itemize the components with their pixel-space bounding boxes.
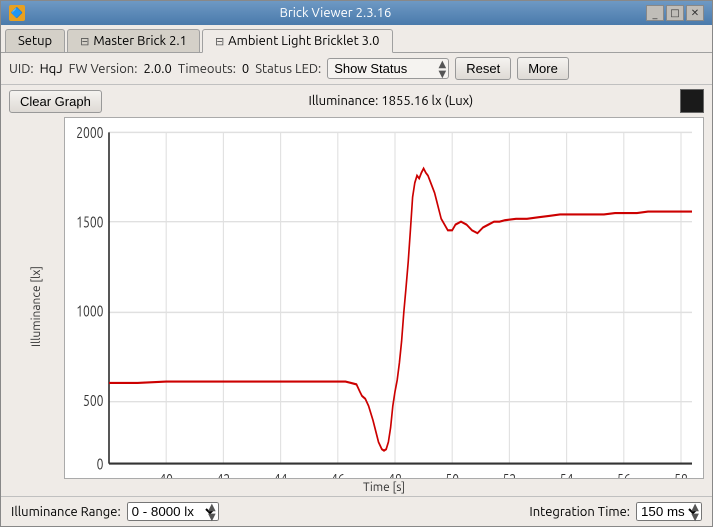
uid-value: HqJ [40, 62, 63, 76]
tab-ambient[interactable]: ⊟ Ambient Light Bricklet 3.0 [202, 29, 393, 53]
timeouts-label: Timeouts: [178, 62, 236, 76]
svg-text:1000: 1000 [76, 302, 103, 320]
window-controls: _ □ ✕ [646, 5, 704, 21]
tab-setup-label: Setup [18, 34, 52, 48]
status-led-select[interactable]: Show Status Show Heartbeat Off [327, 58, 449, 79]
status-led-label: Status LED: [255, 62, 321, 76]
title-bar: 🔷 Brick Viewer 2.3.16 _ □ ✕ [1, 1, 712, 25]
maximize-button[interactable]: □ [666, 5, 684, 21]
integration-select-wrap: 50 ms 100 ms 150 ms 200 ms 250 ms 300 ms… [636, 502, 702, 521]
range-select-wrap: 0 - 8000 lx 0 - 64000 lx ▲▼ [127, 502, 219, 521]
chart-container: 0 500 1000 1500 2000 40 42 44 46 48 50 5… [64, 117, 704, 479]
svg-text:0: 0 [97, 455, 104, 473]
svg-text:46: 46 [331, 471, 345, 478]
close-button[interactable]: ✕ [686, 5, 704, 21]
toolbar: UID: HqJ FW Version: 2.0.0 Timeouts: 0 S… [1, 53, 712, 85]
integration-select[interactable]: 50 ms 100 ms 150 ms 200 ms 250 ms 300 ms… [636, 502, 702, 521]
bottom-bar: Illuminance Range: 0 - 8000 lx 0 - 64000… [1, 496, 712, 526]
y-axis-label: Illuminance [lx] [30, 266, 43, 347]
chart-and-xaxis: 0 500 1000 1500 2000 40 42 44 46 48 50 5… [64, 117, 704, 496]
tab-master[interactable]: ⊟ Master Brick 2.1 [67, 29, 200, 52]
tab-master-label: Master Brick 2.1 [93, 34, 187, 48]
svg-text:56: 56 [617, 471, 631, 478]
app-icon: 🔷 [9, 5, 25, 21]
fw-label: FW Version: [69, 62, 138, 76]
chart-svg: 0 500 1000 1500 2000 40 42 44 46 48 50 5… [65, 118, 703, 478]
fw-value: 2.0.0 [143, 62, 171, 76]
timeouts-value: 0 [242, 62, 249, 76]
clear-graph-button[interactable]: Clear Graph [9, 90, 102, 113]
window-title: Brick Viewer 2.3.16 [25, 6, 646, 20]
y-axis-label-container: Illuminance [lx] [9, 117, 64, 496]
status-led-select-wrap: Show Status Show Heartbeat Off ▲▼ [327, 58, 449, 79]
bottom-left: Illuminance Range: 0 - 8000 lx 0 - 64000… [11, 502, 219, 521]
tab-setup[interactable]: Setup [5, 29, 65, 52]
svg-text:58: 58 [674, 471, 688, 478]
x-axis-label: Time [s] [64, 479, 704, 496]
svg-text:48: 48 [388, 471, 402, 478]
more-button[interactable]: More [517, 57, 569, 80]
integration-label: Integration Time: [529, 505, 630, 519]
chart-area: Illuminance [lx] [1, 117, 712, 496]
tab-ambient-icon: ⊟ [215, 36, 224, 48]
tab-bar: Setup ⊟ Master Brick 2.1 ⊟ Ambient Light B… [1, 25, 712, 53]
bottom-right: Integration Time: 50 ms 100 ms 150 ms 20… [529, 502, 702, 521]
svg-text:50: 50 [445, 471, 459, 478]
svg-text:54: 54 [560, 471, 574, 478]
tab-ambient-label: Ambient Light Bricklet 3.0 [228, 34, 379, 48]
svg-text:1500: 1500 [76, 213, 103, 231]
svg-text:2000: 2000 [76, 124, 103, 142]
svg-text:42: 42 [217, 471, 231, 478]
tab-master-icon: ⊟ [80, 36, 89, 48]
minimize-button[interactable]: _ [646, 5, 664, 21]
svg-text:500: 500 [83, 391, 104, 409]
illuminance-value-label: Illuminance: 1855.16 lx (Lux) [110, 94, 672, 108]
reset-button[interactable]: Reset [455, 57, 511, 80]
main-window: 🔷 Brick Viewer 2.3.16 _ □ ✕ Setup ⊟ Maste… [0, 0, 713, 527]
uid-label: UID: [9, 62, 34, 76]
range-label: Illuminance Range: [11, 505, 121, 519]
range-select[interactable]: 0 - 8000 lx 0 - 64000 lx [127, 502, 219, 521]
svg-text:44: 44 [274, 471, 288, 478]
chart-with-yaxis: Illuminance [lx] [9, 117, 704, 496]
graph-header: Clear Graph Illuminance: 1855.16 lx (Lux… [1, 85, 712, 117]
svg-text:52: 52 [503, 471, 517, 478]
svg-text:40: 40 [159, 471, 173, 478]
color-swatch[interactable] [680, 89, 704, 113]
